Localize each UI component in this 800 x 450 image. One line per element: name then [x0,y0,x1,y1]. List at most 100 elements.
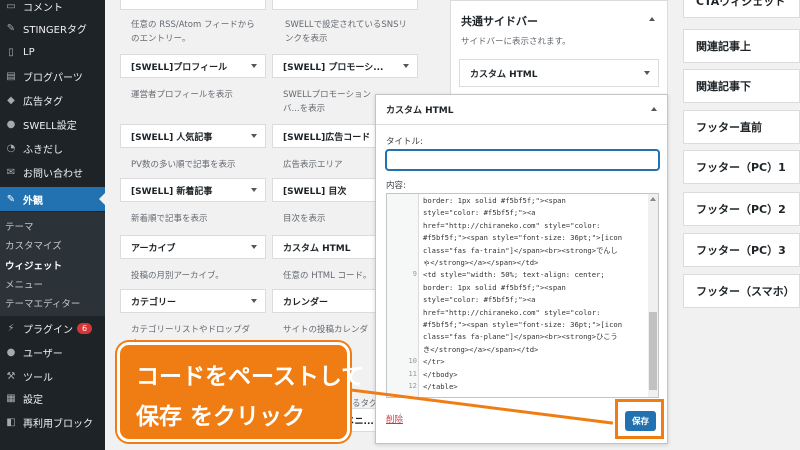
admin-menu-item[interactable]: ⚒ ツール [0,364,105,388]
mail-icon: ✉ [6,166,16,178]
sidebar-area[interactable]: 関連記事下 [683,69,800,103]
code-line[interactable]: </tr> [423,356,643,368]
admin-menu-item[interactable]: ✉ お問い合わせ [0,160,105,184]
admin-menu-item[interactable]: ▦ 設定 [0,386,105,410]
widget-name: カレンダー [283,297,329,308]
code-line[interactable]: #f5bf5f;"><span style="font-size: 36pt;"… [423,319,643,331]
widget-description: 新着順で記事を表示 [131,214,208,224]
page-icon: ▯ [8,46,14,58]
admin-submenu-item[interactable]: ウィジェット [5,258,62,272]
chevron-down-icon[interactable] [251,64,257,68]
widget-item[interactable]: カテゴリー [120,289,266,313]
chevron-down-icon[interactable] [251,134,257,138]
admin-menu-item[interactable]: ▤ ブログパーツ [0,64,105,88]
code-line[interactable]: href="http://chiraneko.com" style="color… [423,220,643,232]
chevron-down-icon[interactable] [251,245,257,249]
user-icon: ● [6,346,16,358]
html-code-editor[interactable]: 9 10 11 12 border: 1px solid #f5bf5f;"><spa… [386,193,659,398]
callout-line-1: コードをペーストして [136,364,365,390]
widget-description: 任意の RSS/Atom フィードからのエントリー。 [131,20,255,44]
admin-menu-label: LP [23,46,35,58]
widget-name: [SWELL] 人気記事 [131,132,213,143]
widget-item[interactable]: [SWELL] 新着記事 [120,178,266,202]
admin-menu-item[interactable]: ◧ 再利用ブロック [0,410,105,434]
chevron-up-icon[interactable] [651,107,657,111]
code-line[interactable]: class="fas fa-plane"]</span><br><strong>… [423,331,643,343]
admin-menu-item[interactable]: ● ユーザー [0,340,105,364]
widget-panel-header[interactable]: カスタム HTML [376,95,667,125]
code-line[interactable]: <td style="width: 50%; text-align: cente… [423,269,643,281]
line-number: 11 [408,368,417,378]
admin-menu-label: ふきだし [23,144,63,156]
code-line[interactable]: style="color: #f5bf5f;"><a [423,294,643,306]
content-label: 内容: [386,181,406,191]
widget-item[interactable]: [SWELL]プロフィール [120,54,266,78]
admin-menu-item[interactable]: ◆ 広告タグ [0,88,105,112]
settings-icon: ▦ [6,392,16,404]
sidebar-widget-label: カスタム HTML [470,69,538,80]
admin-menu-label: ブログパーツ [23,72,83,84]
sidebar-widget-custom-html[interactable]: カスタム HTML [459,59,659,87]
instruction-callout: コードをペーストして 保存 をクリック [117,342,364,442]
widget-name: アーカイブ [131,243,176,254]
common-sidebar-title[interactable]: 共通サイドバー [461,13,538,29]
widget-item[interactable] [120,0,266,10]
code-line[interactable]: href="http://chiraneko.com" style="color… [423,307,643,319]
chevron-down-icon[interactable] [403,64,409,68]
sidebar-area[interactable]: フッター（PC）2 [683,192,800,226]
sidebar-area[interactable]: CTAウィジェット [683,0,800,18]
code-line[interactable]: </table> [423,381,643,393]
admin-menu-item[interactable]: ✎ STINGERタグ [0,16,105,40]
admin-menu-item[interactable]: ▯ LP [0,40,105,64]
admin-menu-item[interactable]: ✎ 外観 [0,187,105,211]
admin-submenu-item[interactable]: カスタマイズ [5,238,62,252]
chevron-down-icon[interactable] [644,71,650,75]
sidebar-area[interactable]: フッター（スマホ） [683,274,800,308]
common-sidebar-subtitle: サイドバーに表示されます。 [461,37,571,47]
editor-scrollbar[interactable] [648,194,658,397]
code-line[interactable]: #f5bf5f;"><span style="font-size: 36pt;"… [423,232,643,244]
chevron-down-icon[interactable] [251,299,257,303]
reusable-block-icon: ◧ [6,416,16,428]
admin-menu-label: コメント [23,2,63,14]
line-number: 12 [408,381,417,390]
scroll-up-arrow-icon[interactable] [650,197,656,201]
admin-menu-label: ツール [23,372,53,384]
blog-parts-icon: ▤ [6,70,16,82]
admin-menu-label: ユーザー [23,348,63,360]
callout-line-2: 保存 をクリック [136,404,306,430]
sidebar-area[interactable]: フッター直前 [683,110,800,144]
sidebar-area[interactable]: フッター（PC）1 [683,150,800,184]
code-line[interactable]: style="color: #f5bf5f;"><a [423,207,643,219]
admin-menu-item[interactable]: ● SWELL設定 [0,112,105,136]
line-number-gutter: 9 10 11 12 [387,194,419,397]
admin-submenu-item[interactable]: テーマエディター [5,296,80,310]
widget-item[interactable] [272,0,418,10]
widget-item[interactable]: [SWELL] 人気記事 [120,124,266,148]
collapse-chevron-icon[interactable] [649,17,655,21]
save-highlight-box [615,399,664,439]
scrollbar-thumb[interactable] [649,312,657,390]
code-line[interactable]: き</strong></a></span></td> [423,344,643,356]
admin-menu-label: STINGERタグ [23,24,87,36]
admin-submenu-item[interactable]: メニュー [5,277,43,291]
code-line[interactable]: class="fas fa-train"]</span><br><strong>… [423,245,643,257]
title-input[interactable] [386,150,659,170]
widget-item[interactable]: アーカイブ [120,235,266,259]
code-line[interactable]: ゃ</strong></a></span></td> [423,257,643,269]
sidebar-area[interactable]: フッター（PC）3 [683,233,800,267]
admin-submenu-item[interactable]: テーマ [5,219,34,233]
sidebar-area[interactable]: 関連記事上 [683,29,800,63]
admin-menu-item[interactable]: ◔ ふきだし [0,136,105,160]
admin-menu: ▭ コメント ✎ STINGERタグ ▯ LP ▤ ブログパーツ ◆ 広告タグ ● SWELL設定 ◔ ふ… [0,0,105,450]
admin-menu-item[interactable]: ⚡ プラグイン 6 [0,316,105,340]
code-line[interactable]: border: 1px solid #f5bf5f;"><span [423,282,643,294]
chevron-down-icon[interactable] [251,188,257,192]
code-line[interactable]: </tbody> [423,369,643,381]
widget-description: PV数の多い順で記事を表示 [131,160,236,170]
common-sidebar-area: 共通サイドバー サイドバーに表示されます。 カスタム HTML [450,0,668,96]
code-line[interactable]: border: 1px solid #f5bf5f;"><span [423,195,643,207]
widget-item[interactable]: [SWELL] プロモーシ... [272,54,418,78]
admin-menu-label: お問い合わせ [23,168,83,180]
widget-description: 任意の HTML コード。 [283,271,372,281]
